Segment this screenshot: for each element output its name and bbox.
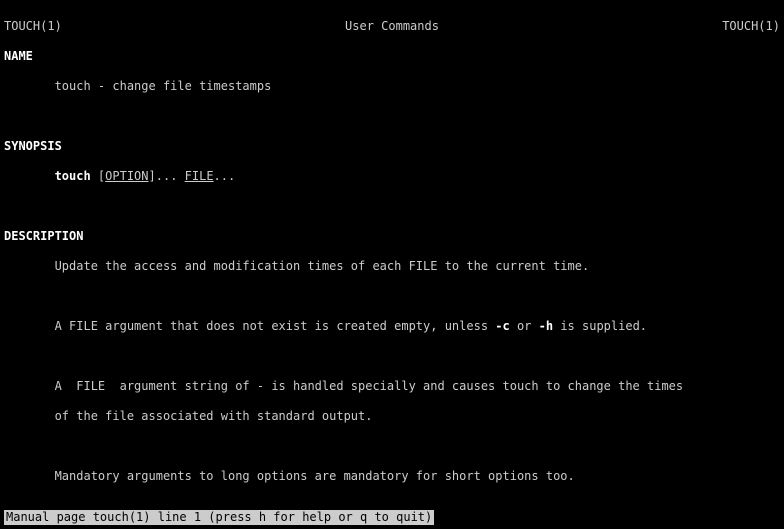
header-left: TOUCH(1) [4,19,62,34]
man-page-content: TOUCH(1) User Commands TOUCH(1) NAME touch… [4,4,780,529]
desc-p2: A FILE argument that does not exist is c… [4,319,780,334]
section-synopsis-title: SYNOPSIS [4,139,62,153]
man-header: TOUCH(1) User Commands TOUCH(1) [4,19,780,34]
man-page-viewport[interactable]: TOUCH(1) User Commands TOUCH(1) NAME touch… [0,0,784,529]
section-name-title: NAME [4,49,33,63]
desc-p3b: of the file associated with standard out… [4,409,780,424]
desc-p3a: A FILE argument string of - is handled s… [4,379,780,394]
section-description-title: DESCRIPTION [4,229,83,243]
desc-p1: Update the access and modification times… [4,259,780,274]
synopsis-line: touch [OPTION]... FILE... [4,169,780,184]
name-line: touch - change file timestamps [4,79,780,94]
header-center: User Commands [345,19,439,34]
header-right: TOUCH(1) [722,19,780,34]
desc-p4: Mandatory arguments to long options are … [4,469,780,484]
pager-status-bar[interactable]: Manual page touch(1) line 1 (press h for… [4,510,434,525]
